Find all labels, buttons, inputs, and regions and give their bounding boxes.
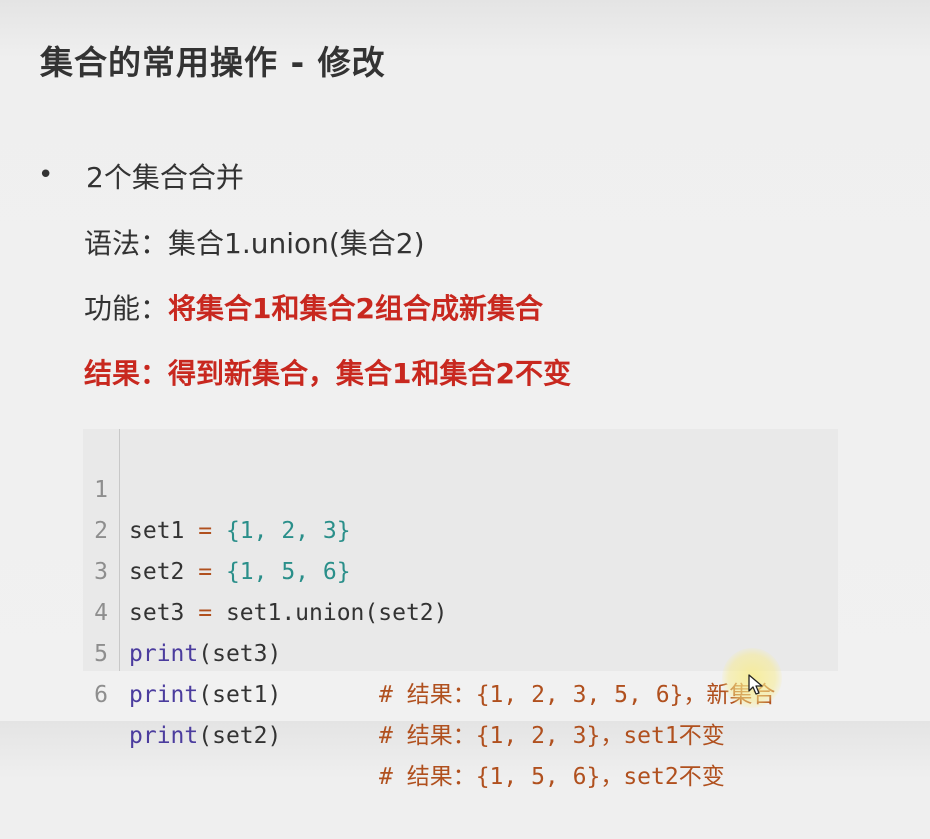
line-number: 6 [94,682,108,708]
code-comment: # 结果：{1, 2, 3, 5, 6}，新集合 [379,682,776,708]
result-line: 结果：得到新集合，集合1和集合2不变 [84,357,571,390]
syntax-value: 集合1.union(集合2) [168,227,425,260]
code-text: print(set2) [129,723,282,749]
code-line-1: 1 set1 = {1, 2, 3} [83,429,838,544]
code-line-5: 5 print(set1) # 结果：{1, 2, 3}，set1不变 [83,593,838,749]
bullet-dot: • [38,160,54,190]
bullet-heading: 2个集合合并 [86,161,244,194]
code-line-3: 3 set3 = set1.union(set2) [83,511,838,626]
code-line-2: 2 set2 = {1, 5, 6} [83,470,838,585]
code-block: 1 set1 = {1, 2, 3} 2 set2 = {1, 5, 6} 3 … [83,429,838,790]
page-title: 集合的常用操作 - 修改 [40,43,386,82]
function-line: 功能：将集合1和集合2组合成新集合 [84,287,543,327]
code-text: print(set1) [129,682,282,708]
code-comment: # 结果：{1, 2, 3}，set1不变 [379,723,725,749]
code-line-4: 4 print(set3) # 结果：{1, 2, 3, 5, 6}，新集合 [83,552,838,708]
mouse-pointer-icon [748,674,763,695]
function-value: 将集合1和集合2组合成新集合 [168,292,543,325]
syntax-line: 语法：集合1.union(集合2) [84,222,425,262]
syntax-label: 语法： [84,227,169,260]
code-comment: # 结果：{1, 5, 6}，set2不变 [379,764,725,790]
function-label: 功能： [84,292,169,325]
